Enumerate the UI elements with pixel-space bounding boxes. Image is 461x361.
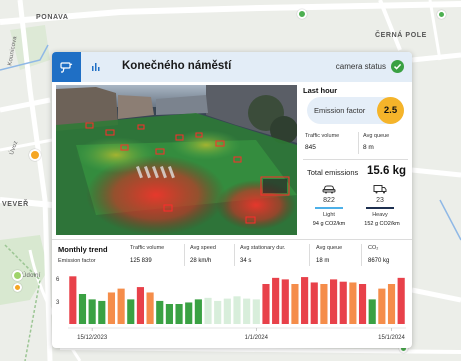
divider xyxy=(358,132,359,154)
stat-co2-label: CO₂ xyxy=(368,245,379,251)
stat-traffic-volume-value: 125 839 xyxy=(130,258,152,264)
chart-bar[interactable] xyxy=(107,292,116,324)
heavy-vehicle-rate: 152 g CO2/km xyxy=(364,221,400,227)
emission-factor-label: Emission factor xyxy=(314,106,366,115)
traffic-volume-value: 845 xyxy=(305,144,316,151)
emission-factor-badge: 2.5 xyxy=(377,97,404,124)
monthly-trend-title: Monthly trend xyxy=(58,245,108,254)
camera-image[interactable] xyxy=(56,85,297,235)
chart-bar[interactable] xyxy=(127,299,135,324)
car-icon xyxy=(322,185,336,194)
stat-avg-speed-value: 28 km/h xyxy=(190,258,212,264)
divider xyxy=(234,244,235,266)
divider xyxy=(303,159,408,160)
chart-bar[interactable] xyxy=(69,276,77,324)
bar-chart-icon xyxy=(91,63,99,71)
tab-chart[interactable] xyxy=(81,52,110,82)
chart-bar[interactable] xyxy=(262,284,270,324)
chart-bar[interactable] xyxy=(146,292,154,324)
chart-bar[interactable] xyxy=(136,287,145,324)
stat-avg-speed-label: Avg speed xyxy=(190,245,216,251)
chart-bar[interactable] xyxy=(156,300,164,324)
map-stop-marker[interactable] xyxy=(437,10,446,19)
last-hour-title: Last hour xyxy=(303,86,338,95)
chart-bar[interactable] xyxy=(185,302,193,324)
chart-bar[interactable] xyxy=(301,277,309,324)
chart-bar[interactable] xyxy=(204,297,212,324)
heavy-vehicle-count: 23 xyxy=(376,197,384,204)
chart-bar[interactable] xyxy=(78,294,87,324)
truck-icon xyxy=(373,185,387,194)
heavy-vehicle-bar xyxy=(366,207,394,209)
chart-bar[interactable] xyxy=(281,279,289,324)
avg-queue-value: 8 m xyxy=(363,144,374,151)
chart-bar[interactable] xyxy=(320,284,328,324)
chart-bar[interactable] xyxy=(378,288,386,324)
chart-bar[interactable] xyxy=(165,304,173,324)
total-emissions-label: Total emissions xyxy=(307,168,359,177)
divider xyxy=(361,244,362,266)
stat-stationary-label: Avg stationary dur. xyxy=(240,245,286,251)
chart-bar[interactable] xyxy=(272,277,280,324)
light-vehicle-count: 822 xyxy=(323,197,335,204)
chart-bar[interactable] xyxy=(117,288,125,324)
map-label-udolni: Údolní xyxy=(22,273,41,279)
avg-queue-label: Avg queue xyxy=(363,133,390,139)
chart-bar[interactable] xyxy=(310,282,318,324)
map-label-ponava: PONAVA xyxy=(36,14,69,21)
divider xyxy=(52,239,412,240)
chart-bar[interactable] xyxy=(291,284,299,324)
traffic-volume-label: Traffic volume xyxy=(305,133,340,139)
x-tick-label: 15/12/2023 xyxy=(77,335,108,341)
chart-bar[interactable] xyxy=(349,282,357,324)
chart-bar[interactable] xyxy=(214,300,222,324)
chart-bar[interactable] xyxy=(387,284,396,324)
chart-bar[interactable] xyxy=(358,284,367,324)
stat-traffic-volume-label: Traffic volume xyxy=(130,245,165,251)
map-label-cerna-pole: ČERNÁ POLE xyxy=(375,32,427,39)
stat-co2-value: 8670 kg xyxy=(368,258,390,264)
emission-factor-box: Emission factor 2.5 xyxy=(307,97,404,124)
map-stop-marker[interactable] xyxy=(297,9,307,19)
chart-bar[interactable] xyxy=(98,300,106,324)
location-title: Konečného náměstí xyxy=(122,60,232,72)
chart-bar[interactable] xyxy=(368,299,376,324)
x-tick-label: 15/1/2024 xyxy=(378,335,405,341)
map-stop-marker[interactable] xyxy=(12,270,23,281)
y-tick-label: 6 xyxy=(56,277,60,283)
chart-bar[interactable] xyxy=(243,298,251,324)
emission-factor-chart[interactable]: 3 6 15/12/2023 1/1/2024 15/1/2024 xyxy=(52,270,412,348)
light-vehicle-rate: 94 g CO2/km xyxy=(312,221,346,227)
chart-bar[interactable] xyxy=(88,299,96,324)
chart-bar[interactable] xyxy=(330,279,338,324)
total-emissions-value: 15.6 kg xyxy=(367,165,406,177)
card-header: Konečného náměstí camera status xyxy=(52,52,412,82)
y-tick-label: 3 xyxy=(56,300,60,306)
chart-bar[interactable] xyxy=(175,304,183,324)
camera-icon xyxy=(60,61,73,73)
chart-bar[interactable] xyxy=(339,281,347,324)
heavy-vehicle-label: Heavy xyxy=(372,212,388,218)
chart-bar[interactable] xyxy=(194,299,202,324)
location-card: Konečného náměstí camera status Last hou… xyxy=(52,52,412,348)
monthly-trend-subtitle: Emission factor xyxy=(58,258,96,264)
chart-bar[interactable] xyxy=(233,296,241,324)
light-vehicle-label: Light xyxy=(323,212,335,218)
chart-bar[interactable] xyxy=(252,299,260,324)
stat-stationary-value: 34 s xyxy=(240,258,252,264)
camera-status-label: camera status xyxy=(335,62,386,71)
x-tick-label: 1/1/2024 xyxy=(245,335,269,341)
map-stop-marker[interactable] xyxy=(13,283,22,292)
light-vehicle-bar xyxy=(315,207,343,209)
chart-bar[interactable] xyxy=(397,277,405,324)
stat-avg-queue-label: Avg queue xyxy=(316,245,343,251)
chart-bar[interactable] xyxy=(223,298,231,324)
stat-avg-queue-value: 18 m xyxy=(316,258,330,264)
check-icon xyxy=(391,60,404,73)
divider xyxy=(309,244,310,266)
tab-camera[interactable] xyxy=(52,52,81,82)
map-label-vever: VEVEŘ xyxy=(2,201,29,208)
map-stop-marker[interactable] xyxy=(29,149,41,161)
divider xyxy=(184,244,185,266)
